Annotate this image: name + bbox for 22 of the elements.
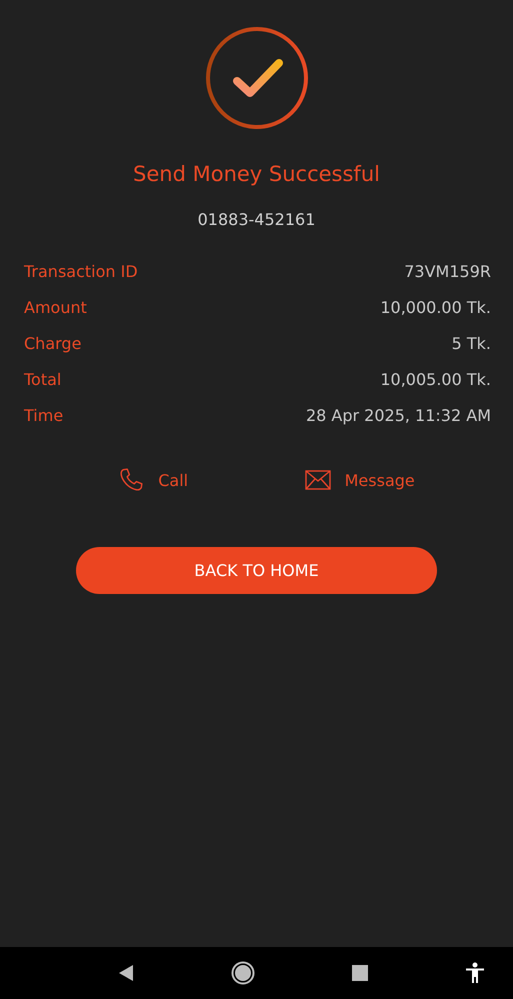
detail-label: Time	[24, 406, 64, 425]
back-icon[interactable]	[118, 964, 134, 982]
back-to-home-button[interactable]: BACK TO HOME	[76, 547, 437, 594]
detail-label: Total	[24, 370, 62, 389]
call-button[interactable]: Call	[118, 463, 188, 498]
detail-value: 10,000.00 Tk.	[380, 298, 491, 317]
detail-value: 28 Apr 2025, 11:32 AM	[306, 406, 491, 425]
detail-label: Amount	[24, 298, 87, 317]
recents-icon[interactable]	[352, 965, 368, 981]
recipient-number: 01883-452161	[198, 210, 316, 230]
detail-value: 10,005.00 Tk.	[380, 370, 491, 389]
accessibility-icon[interactable]	[464, 962, 485, 984]
detail-value: 5 Tk.	[452, 334, 491, 353]
success-check-icon	[204, 25, 310, 131]
message-button[interactable]: Message	[304, 463, 415, 498]
detail-label: Charge	[24, 334, 82, 353]
phone-icon	[118, 467, 144, 494]
envelope-icon	[304, 470, 331, 490]
detail-label: Transaction ID	[24, 262, 138, 281]
home-icon[interactable]	[231, 961, 256, 985]
detail-value: 73VM159R	[404, 262, 491, 281]
success-title: Send Money Successful	[133, 161, 380, 188]
